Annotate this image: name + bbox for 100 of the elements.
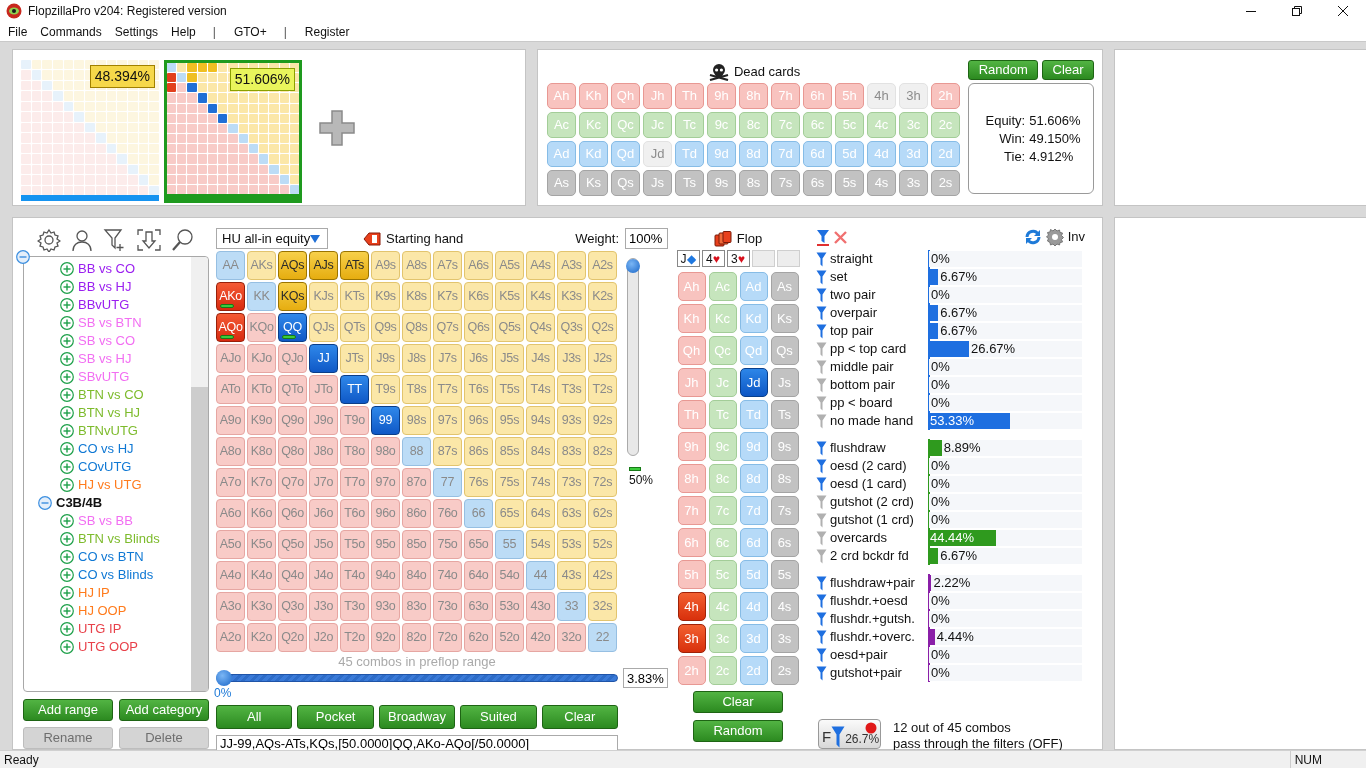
card-button[interactable]: 3d — [899, 141, 928, 167]
hand-cell[interactable]: 72s — [588, 468, 617, 497]
tree-item[interactable]: HJ vs UTG — [78, 475, 142, 495]
card-button[interactable]: 5d — [739, 560, 768, 589]
hand-cell[interactable]: K9o — [247, 406, 276, 435]
hand-cell[interactable]: T8s — [402, 375, 431, 404]
import-icon[interactable] — [136, 228, 162, 252]
filter-icon[interactable] — [816, 629, 827, 645]
hand-cell[interactable]: Q8o — [278, 437, 307, 466]
card-button[interactable]: Kc — [579, 112, 608, 138]
card-button[interactable]: 7h — [677, 496, 706, 525]
hand-cell[interactable]: T4o — [340, 561, 369, 590]
hand-cell[interactable]: Q9o — [278, 406, 307, 435]
expand-icon[interactable] — [60, 568, 74, 582]
tree-item[interactable]: C3B/4B — [56, 493, 103, 513]
hand-cell[interactable]: 64s — [526, 499, 555, 528]
hand-cell[interactable]: AJs — [309, 251, 338, 280]
card-button[interactable]: Kd — [579, 141, 608, 167]
action-button[interactable]: Add range — [23, 699, 113, 721]
hand-cell[interactable]: A4o — [216, 561, 245, 590]
card-button[interactable]: Kd — [739, 304, 768, 333]
hand-cell[interactable]: 43s — [557, 561, 586, 590]
tree-item[interactable]: SB vs HJ — [78, 349, 132, 369]
card-button[interactable]: Ac — [708, 272, 737, 301]
card-button[interactable]: 2d — [931, 141, 960, 167]
hand-cell[interactable]: A6o — [216, 499, 245, 528]
hand-cell[interactable]: T4s — [526, 375, 555, 404]
hand-cell[interactable]: 99 — [371, 406, 400, 435]
hand-cell[interactable]: 63o — [464, 592, 493, 621]
tree-item[interactable]: COvUTG — [78, 457, 132, 477]
card-button[interactable]: 4c — [867, 112, 896, 138]
menu-item[interactable]: Register — [304, 22, 350, 41]
card-button[interactable]: 8c — [708, 464, 737, 493]
card-button[interactable]: 7c — [708, 496, 737, 525]
hand-cell[interactable]: JTo — [309, 375, 338, 404]
filter-icon[interactable] — [816, 530, 827, 546]
hand-cell[interactable]: Q7o — [278, 468, 307, 497]
hand-cell[interactable]: 86o — [402, 499, 431, 528]
hand-cell[interactable]: 82s — [588, 437, 617, 466]
hand-cell[interactable]: T3o — [340, 592, 369, 621]
hand-cell[interactable]: 87s — [433, 437, 462, 466]
hand-cell[interactable]: A3o — [216, 592, 245, 621]
board-card[interactable]: 3♥ — [726, 250, 750, 267]
filter-icon[interactable] — [816, 377, 827, 393]
card-button[interactable]: Td — [739, 400, 768, 429]
hand-cell[interactable]: KK — [247, 282, 276, 311]
card-button[interactable]: 9d — [739, 432, 768, 461]
card-button[interactable]: 7c — [771, 112, 800, 138]
hand-cell[interactable]: K5o — [247, 530, 276, 559]
hand-cell[interactable]: J3s — [557, 344, 586, 373]
tree-item[interactable]: UTG OOP — [78, 637, 138, 657]
hand-cell[interactable]: 52s — [588, 530, 617, 559]
hand-cell[interactable]: A9s — [371, 251, 400, 280]
tree-item[interactable]: SB vs CO — [78, 331, 136, 351]
tree-item[interactable]: BB vs CO — [78, 259, 136, 279]
hand-cell[interactable]: KTs — [340, 282, 369, 311]
hand-cell[interactable]: 88 — [402, 437, 431, 466]
filter-toggle-button[interactable]: F 26.7% — [818, 719, 881, 749]
hand-cell[interactable]: AKo — [216, 282, 245, 311]
filter-icon[interactable] — [816, 440, 827, 456]
tree-item[interactable]: SB vs BTN — [78, 313, 142, 333]
hand-cell[interactable]: J5s — [495, 344, 524, 373]
card-button[interactable]: Jh — [677, 368, 706, 397]
weight-field[interactable]: 100% — [625, 228, 668, 249]
card-button[interactable]: 8h — [739, 83, 768, 109]
person-icon[interactable] — [70, 228, 94, 252]
card-button[interactable]: 6s — [770, 528, 799, 557]
filter-icon[interactable] — [816, 593, 827, 609]
scrollbar-thumb[interactable] — [191, 387, 208, 691]
card-button[interactable]: Jc — [708, 368, 737, 397]
card-button[interactable]: Ts — [770, 400, 799, 429]
card-button[interactable]: 4c — [708, 592, 737, 621]
hand-cell[interactable]: K3o — [247, 592, 276, 621]
action-button[interactable]: Clear — [693, 691, 783, 713]
hand-cell[interactable]: Q4s — [526, 313, 555, 342]
hand-cell[interactable]: T7o — [340, 468, 369, 497]
hand-cell[interactable]: K6s — [464, 282, 493, 311]
card-button[interactable]: 3s — [770, 624, 799, 653]
hand-cell[interactable]: ATo — [216, 375, 245, 404]
card-button[interactable]: As — [770, 272, 799, 301]
hand-cell[interactable]: 92s — [588, 406, 617, 435]
hand-cell[interactable]: K2o — [247, 623, 276, 652]
hand-cell[interactable]: 95o — [371, 530, 400, 559]
card-button[interactable]: Qd — [611, 141, 640, 167]
tree-item[interactable]: HJ OOP — [78, 601, 127, 621]
expand-icon[interactable] — [60, 352, 74, 366]
filter-icon[interactable] — [816, 413, 827, 429]
hand-cell[interactable]: 54o — [495, 561, 524, 590]
hand-cell[interactable]: J9o — [309, 406, 338, 435]
tree-item[interactable]: BBvUTG — [78, 295, 130, 315]
collapse-icon[interactable] — [16, 249, 30, 264]
card-button[interactable]: 7d — [771, 141, 800, 167]
expand-icon[interactable] — [60, 424, 74, 438]
tree-item[interactable]: BTNvUTG — [78, 421, 138, 441]
card-button[interactable]: Td — [675, 141, 704, 167]
card-button[interactable]: 8s — [770, 464, 799, 493]
filter-icon[interactable] — [816, 494, 827, 510]
hand-cell[interactable]: KJo — [247, 344, 276, 373]
card-button[interactable]: 2h — [931, 83, 960, 109]
hand-cell[interactable]: Q6s — [464, 313, 493, 342]
